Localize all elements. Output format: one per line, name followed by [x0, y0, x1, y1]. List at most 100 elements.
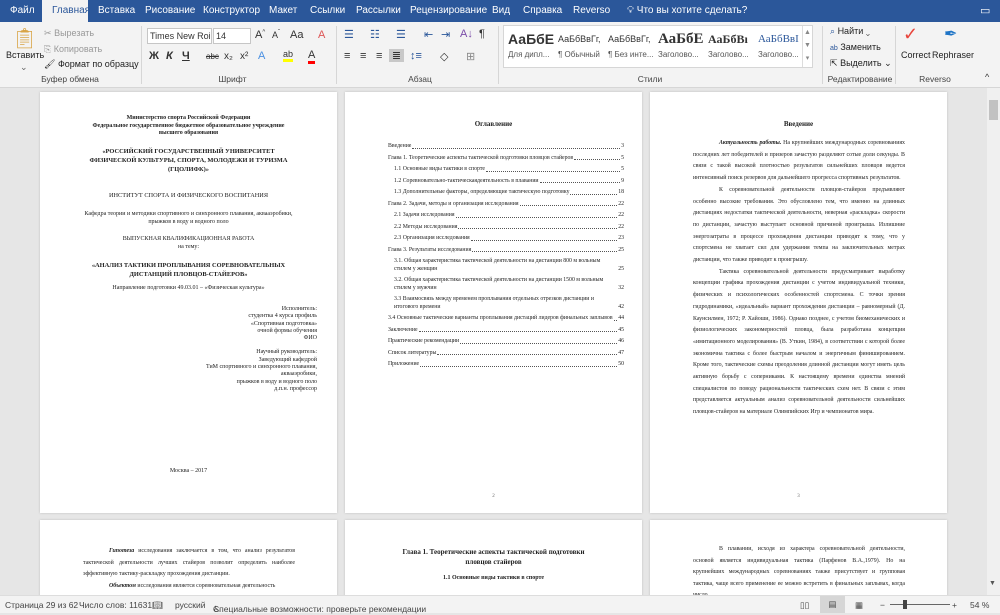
increase-indent-icon[interactable]: ⇥: [441, 28, 450, 41]
font-color-icon[interactable]: A: [308, 49, 316, 64]
toc-entry[interactable]: Заключение 45: [388, 327, 624, 335]
print-layout-icon[interactable]: ▤: [820, 596, 845, 613]
comments-icon[interactable]: ▭: [970, 0, 1000, 22]
vertical-scrollbar[interactable]: ▼: [987, 88, 1000, 595]
toc-entry[interactable]: Практические рекомендации 46: [388, 338, 624, 346]
word-count[interactable]: Число слов: 11631: [79, 600, 152, 610]
style-diploma[interactable]: АаБбЕ Для дипл...: [508, 28, 558, 59]
align-left-icon[interactable]: ≡: [344, 50, 350, 62]
style-normal[interactable]: АаБбВвГг, ¶ Обычный: [558, 28, 608, 59]
language[interactable]: русский: [175, 600, 206, 610]
cut-button[interactable]: ✂ Вырезать: [44, 28, 94, 39]
decrease-indent-icon[interactable]: ⇤: [424, 28, 433, 41]
bold-button[interactable]: Ж: [149, 50, 159, 62]
font-name-select[interactable]: Times New Roi: [147, 28, 212, 44]
rephraser-icon[interactable]: ✒: [944, 24, 957, 44]
web-layout-icon[interactable]: ▦: [855, 600, 863, 611]
style-heading-1[interactable]: АаБбЕ Заголово...: [658, 28, 708, 59]
proofing-icon[interactable]: 📖︎: [152, 600, 163, 611]
pilcrow-icon[interactable]: ¶: [479, 28, 485, 40]
find-button[interactable]: ⌕ Найти ⌄: [830, 26, 870, 37]
tab-reverso[interactable]: Reverso: [563, 0, 620, 22]
page-counter[interactable]: Страница 29 из 62: [5, 600, 78, 610]
collapse-ribbon-icon[interactable]: ^: [985, 72, 989, 82]
toc-entry[interactable]: Приложение 50: [388, 361, 624, 369]
paste-dropdown-icon[interactable]: ⌄: [20, 62, 28, 73]
toc-entry[interactable]: Список литературы 47: [388, 350, 624, 358]
style-name: Для дипл...: [508, 50, 550, 59]
styles-scroll[interactable]: ▲ ▼ ▾: [802, 26, 812, 67]
toc-entry[interactable]: 2.3 Организация исследования 23: [388, 235, 624, 243]
correct-button[interactable]: Correct: [901, 50, 931, 60]
strikethrough-icon[interactable]: abc: [206, 52, 219, 61]
toc-entry[interactable]: Глава 3. Результаты исследования 25: [388, 247, 624, 255]
toc-entry[interactable]: 3.2. Общая характеристика тактической де…: [388, 277, 624, 292]
zoom-slider-track[interactable]: [890, 604, 950, 605]
toc-entry[interactable]: Введение 3: [388, 143, 624, 151]
toc-entry[interactable]: Глава 1. Теоретические аспекты тактическ…: [388, 155, 624, 163]
page-4[interactable]: Гипотеза исследования заключается в том,…: [40, 520, 337, 600]
zoom-slider-thumb[interactable]: [902, 600, 907, 609]
page-5[interactable]: Глава 1. Теоретические аспекты тактическ…: [345, 520, 642, 600]
format-painter-button[interactable]: 🖌︎ Формат по образцу: [44, 59, 139, 70]
zoom-out-button[interactable]: −: [880, 600, 885, 610]
toc-entry[interactable]: 2.1 Задачи исследования 22: [388, 212, 624, 220]
scrollbar-thumb[interactable]: [989, 100, 998, 120]
paste-button[interactable]: Вставить: [6, 50, 44, 60]
clear-formatting-icon[interactable]: A: [318, 29, 325, 41]
zoom-level[interactable]: 54 %: [970, 600, 989, 610]
toc-page: 5: [621, 154, 624, 161]
toc-entry-text: 3.3 Взаимосвязь между временем проплыван…: [394, 296, 594, 310]
justify-icon[interactable]: ≣: [389, 49, 404, 62]
toc-entry-text: Заключение: [388, 326, 418, 333]
correct-icon[interactable]: ✓: [903, 24, 918, 45]
line-spacing-icon[interactable]: ↕≡: [410, 50, 422, 62]
change-case-icon[interactable]: Aa: [290, 29, 303, 41]
borders-icon[interactable]: ⊞: [466, 50, 475, 63]
toc-entry[interactable]: 3.3 Взаимосвязь между временем проплыван…: [388, 296, 624, 311]
page-contents[interactable]: Оглавление Введение 3 Глава 1. Теоретическ…: [345, 92, 642, 513]
superscript-icon[interactable]: x²: [240, 51, 248, 62]
style-heading-2[interactable]: АаБбВı Заголово...: [708, 28, 758, 59]
scroll-down-icon[interactable]: ▼: [989, 580, 996, 587]
toc-entry[interactable]: 3.4 Основные тактические варианты проплы…: [388, 315, 624, 323]
bullets-icon[interactable]: ☰: [344, 28, 354, 41]
toc-leader: [539, 182, 621, 183]
sort-icon[interactable]: A↓: [460, 28, 473, 40]
toc-entry[interactable]: 1.1 Основные виды тактики в спорте 5: [388, 166, 624, 174]
page-title[interactable]: Министерство спорта Российской Федерации…: [40, 92, 337, 513]
underline-button[interactable]: Ч: [182, 50, 190, 62]
style-no-spacing[interactable]: АаБбВвГг, ¶ Без инте...: [608, 28, 658, 59]
select-button[interactable]: ⇱ Выделить ⌄: [830, 58, 892, 69]
tab-file[interactable]: Файл: [0, 0, 45, 22]
toc-entry[interactable]: 3.1. Общая характеристика тактической де…: [388, 258, 624, 273]
shrink-font-icon[interactable]: Aˇ: [272, 30, 280, 40]
toc-entry[interactable]: 1.2 Соревновательно-тактическаядеятельно…: [388, 178, 624, 186]
highlight-icon[interactable]: ab: [283, 49, 294, 62]
tab-home[interactable]: Главная: [42, 0, 90, 22]
numbering-icon[interactable]: ☷: [370, 28, 380, 41]
text-effects-icon[interactable]: A: [258, 50, 265, 62]
subscript-icon[interactable]: x₂: [224, 51, 233, 62]
font-size-select[interactable]: 14: [213, 28, 251, 44]
copy-button[interactable]: ⎘ Копировать: [44, 44, 102, 55]
multilevel-list-icon[interactable]: ☰: [396, 28, 406, 41]
italic-button[interactable]: К: [166, 50, 173, 62]
shading-icon[interactable]: ◇: [440, 50, 448, 63]
toc-entry[interactable]: 1.3 Дополнительные факторы, определяющие…: [388, 189, 624, 197]
align-center-icon[interactable]: ≡: [360, 50, 366, 62]
paste-icon[interactable]: 📋︎: [12, 26, 37, 51]
toc-entry[interactable]: 2.2 Методы исследования 22: [388, 224, 624, 232]
grow-font-icon[interactable]: A^: [255, 29, 265, 41]
page-6[interactable]: В плавании, исходя из характера соревнов…: [650, 520, 947, 600]
page-introduction[interactable]: Введение Актуальность работы. На крупней…: [650, 92, 947, 513]
tell-me-search[interactable]: 💡︎ Что вы хотите сделать?: [617, 0, 757, 22]
toc-page: 46: [618, 338, 624, 344]
style-heading-3[interactable]: АаБбВвI Заголово...: [758, 28, 808, 59]
rephraser-button[interactable]: Rephraser: [932, 50, 974, 60]
replace-button[interactable]: ab Заменить: [830, 42, 881, 52]
zoom-in-button[interactable]: +: [952, 600, 957, 610]
toc-entry[interactable]: Глава 2. Задачи, методы и организация ис…: [388, 201, 624, 209]
read-mode-icon[interactable]: ▯▯: [800, 600, 809, 611]
align-right-icon[interactable]: ≡: [376, 50, 382, 62]
